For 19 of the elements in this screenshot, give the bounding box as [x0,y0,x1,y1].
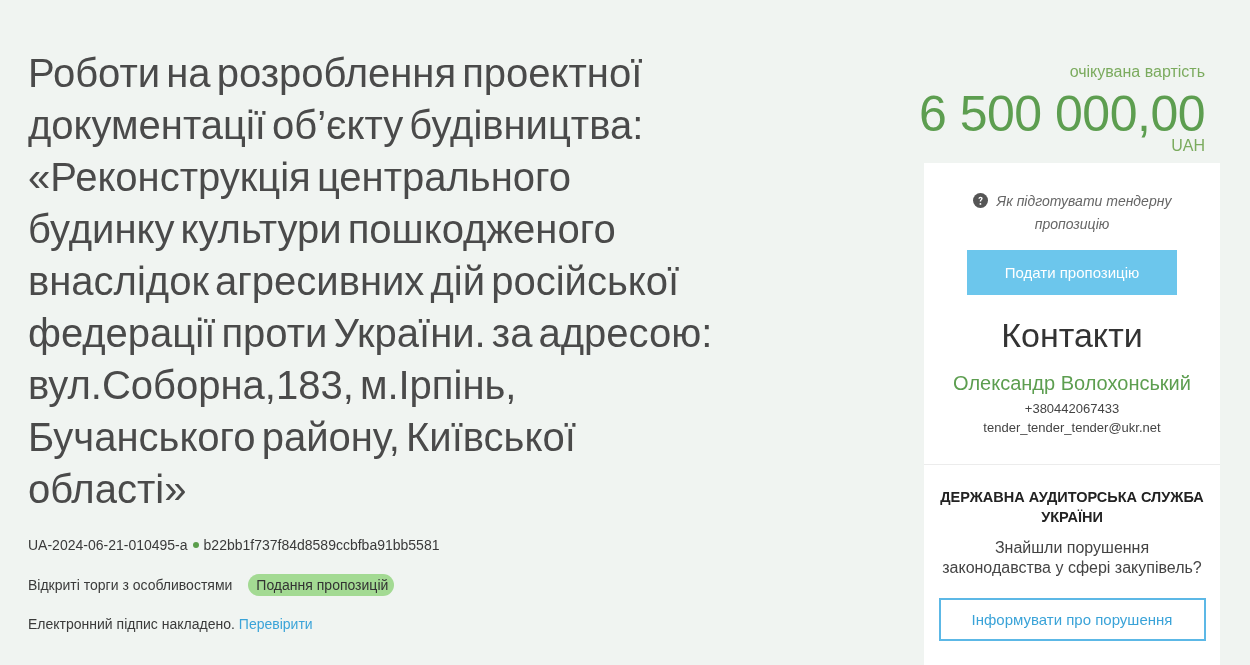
separator-dot-icon [192,542,199,548]
contact-phone: +380442067433 [1024,400,1120,418]
report-violation-button[interactable]: Інформувати про порушення [938,598,1206,641]
tender-title: Роботи на розроблення проектної документації об’єкту будівництва: «Реконструкція центрального будинку культури пошкодженого внаслідок агресивних дій російської федерації проти України. за адресою: вул.Соборна,183, м.Ірпінь, Бучанського району, Київської області» [28,50,714,513]
submit-proposal-button[interactable]: Подати пропозицію [967,250,1177,295]
question-icon [972,193,988,208]
contacts-heading: Контакти [1001,315,1143,355]
price-label: очікувана вартість [1069,62,1205,82]
help-link[interactable]: Як підготувати тендерну пропозицію [972,190,1172,236]
tender-hash: b22bb1f737f84d8589ccbfba91bb5581 [203,537,440,553]
tender-id: UA-2024-06-21-010495-a [28,537,188,553]
procedure-type: Відкриті торги з особливостями [28,577,233,593]
audit-question: Знайшли порушення законодавства у сфері закупівель? [942,538,1202,578]
audit-heading: ДЕРЖАВНА АУДИТОРСЬКА СЛУЖБА УКРАЇНИ [939,488,1205,527]
status-badge: Подання пропозицій [248,574,395,596]
verify-link[interactable]: Перевірити [238,616,313,632]
signature-text: Електронний підпис накладено. [28,616,235,632]
contact-email: tender_tender_tender@ukr.net [983,419,1161,437]
contact-name: Олександр Волохонський [953,371,1191,396]
